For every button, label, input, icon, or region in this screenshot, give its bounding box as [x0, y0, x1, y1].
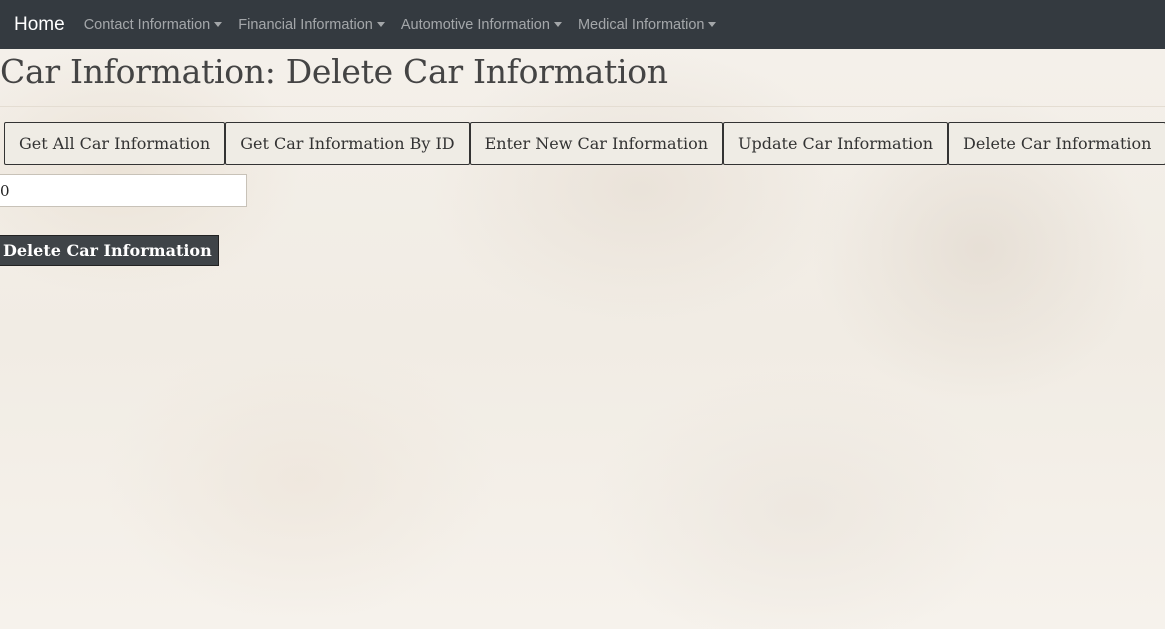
- caret-down-icon: [376, 22, 385, 27]
- nav-menu-financial-information[interactable]: Financial Information: [230, 17, 393, 33]
- get-all-car-information-button[interactable]: Get All Car Information: [4, 122, 226, 165]
- nav-menu-label: Automotive Information: [400, 16, 550, 33]
- main-content: Car Information: Delete Car Information …: [0, 49, 1165, 266]
- nav-menu-label: Contact Information: [83, 16, 211, 33]
- nav-menu-contact-information[interactable]: Contact Information: [76, 17, 231, 33]
- enter-new-car-information-button[interactable]: Enter New Car Information: [469, 122, 724, 165]
- car-id-input[interactable]: [0, 174, 247, 207]
- delete-car-information-submit-button[interactable]: Delete Car Information: [0, 235, 219, 266]
- caret-down-icon: [708, 22, 717, 27]
- page-title: Car Information: Delete Car Information: [0, 49, 1165, 107]
- nav-menu-medical-information[interactable]: Medical Information: [570, 17, 725, 33]
- get-car-information-by-id-button[interactable]: Get Car Information By ID: [225, 122, 470, 165]
- top-navbar: Home Contact Information Financial Infor…: [0, 0, 1165, 49]
- nav-menu-label: Medical Information: [577, 16, 705, 33]
- update-car-information-button[interactable]: Update Car Information: [723, 122, 949, 165]
- home-link[interactable]: Home: [14, 14, 65, 36]
- nav-menu-automotive-information[interactable]: Automotive Information: [393, 17, 570, 33]
- action-tabs: Get All Car Information Get Car Informat…: [4, 122, 1165, 165]
- delete-car-information-tab-button[interactable]: Delete Car Information: [948, 122, 1165, 165]
- caret-down-icon: [214, 22, 223, 27]
- caret-down-icon: [553, 22, 562, 27]
- nav-menu-label: Financial Information: [238, 16, 373, 33]
